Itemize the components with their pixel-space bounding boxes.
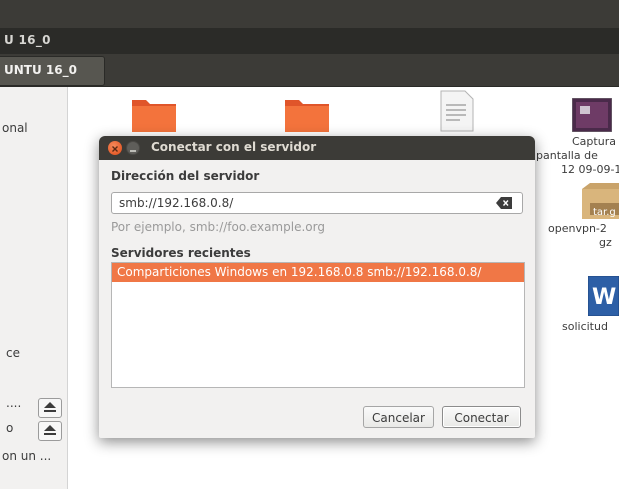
eject-button-1[interactable] bbox=[38, 398, 62, 418]
sidebar-item-personal[interactable]: onal bbox=[2, 121, 28, 135]
server-address-label: Dirección del servidor bbox=[111, 169, 260, 183]
top-panel bbox=[0, 0, 619, 28]
file-label: solicitud bbox=[562, 320, 608, 333]
sidebar-item-device-1[interactable]: .... bbox=[6, 396, 21, 410]
folder-icon[interactable] bbox=[285, 96, 329, 132]
dialog-titlebar: Conectar con el servidor bbox=[99, 136, 535, 160]
clear-icon[interactable] bbox=[496, 197, 512, 209]
folder-icon[interactable] bbox=[132, 96, 176, 132]
eject-icon bbox=[44, 402, 56, 412]
eject-button-2[interactable] bbox=[38, 421, 62, 441]
sidebar-item-connect[interactable]: on un ... bbox=[2, 449, 51, 463]
eject-icon bbox=[44, 425, 56, 435]
sidebar-item-device-2[interactable]: o bbox=[6, 421, 13, 435]
close-button[interactable] bbox=[108, 141, 122, 155]
file-label: 12 09-09-1 bbox=[561, 163, 619, 176]
connect-to-server-dialog: Conectar con el servidor Dirección del s… bbox=[99, 136, 535, 438]
path-bar: UNTU 16_0 bbox=[0, 54, 619, 87]
archive-badge: tar.g bbox=[593, 207, 616, 218]
file-label: openvpn-2 bbox=[548, 222, 607, 235]
address-hint: Por ejemplo, smb://foo.example.org bbox=[111, 220, 325, 234]
recent-servers-list[interactable]: Comparticiones Windows en 192.168.0.8 sm… bbox=[111, 262, 525, 388]
document-icon-letter: W bbox=[592, 285, 617, 310]
path-button[interactable]: UNTU 16_0 bbox=[0, 56, 105, 86]
minimize-button[interactable] bbox=[126, 141, 140, 155]
dialog-title: Conectar con el servidor bbox=[151, 140, 317, 154]
cancel-button[interactable]: Cancelar bbox=[363, 406, 434, 428]
path-button-label: UNTU 16_0 bbox=[4, 63, 77, 77]
list-item-label: Comparticiones Windows en 192.168.0.8 sm… bbox=[117, 265, 482, 279]
server-address-input[interactable]: smb://192.168.0.8/ bbox=[111, 192, 523, 214]
minimize-icon bbox=[130, 150, 136, 152]
window-title: U 16_0 bbox=[4, 33, 51, 47]
close-icon bbox=[112, 146, 118, 152]
recent-servers-label: Servidores recientes bbox=[111, 246, 251, 260]
sidebar: onal ce .... o on un ... bbox=[0, 87, 68, 489]
window-titlebar: U 16_0 bbox=[0, 28, 619, 54]
file-label: Captura bbox=[572, 135, 616, 148]
sidebar-item-ce[interactable]: ce bbox=[6, 346, 20, 360]
file-label: gz bbox=[599, 236, 612, 249]
connect-button[interactable]: Conectar bbox=[442, 406, 521, 428]
list-item[interactable]: Comparticiones Windows en 192.168.0.8 sm… bbox=[112, 263, 524, 282]
text-file-icon[interactable] bbox=[440, 90, 474, 132]
file-label: pantalla de bbox=[536, 149, 598, 162]
server-address-value: smb://192.168.0.8/ bbox=[119, 196, 234, 210]
screenshot-image-icon[interactable] bbox=[572, 98, 612, 132]
